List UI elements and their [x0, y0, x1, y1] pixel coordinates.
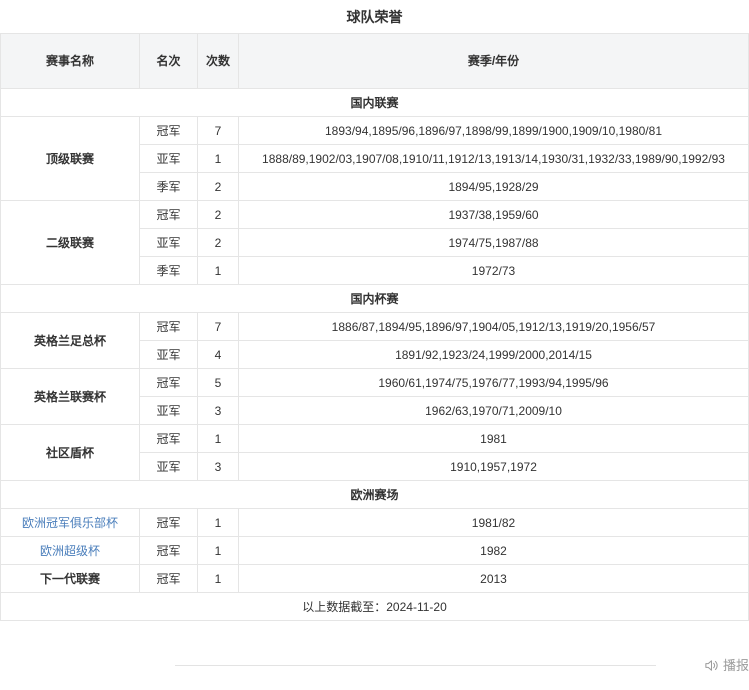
count-cell: 2	[197, 200, 239, 229]
seasons-cell: 1981/82	[238, 508, 749, 537]
rank-cell: 亚军	[139, 144, 198, 173]
count-cell: 7	[197, 116, 239, 145]
table-row: 下一代联赛 冠军 1 2013	[0, 564, 749, 593]
seasons-cell: 1894/95,1928/29	[238, 172, 749, 201]
seasons-cell: 1893/94,1895/96,1896/97,1898/99,1899/190…	[238, 116, 749, 145]
count-cell: 2	[197, 228, 239, 257]
seasons-cell: 1962/63,1970/71,2009/10	[238, 396, 749, 425]
count-cell: 1	[197, 564, 239, 593]
seasons-cell: 1972/73	[238, 256, 749, 285]
page-title: 球队荣誉	[346, 9, 403, 25]
table-row: 社区盾杯 冠军 1 1981	[0, 424, 749, 481]
rank-cell: 季军	[139, 172, 198, 201]
count-cell: 3	[197, 396, 239, 425]
seasons-cell: 1910,1957,1972	[238, 452, 749, 481]
seasons-cell: 1982	[238, 536, 749, 565]
count-cell: 5	[197, 368, 239, 397]
rank-cell: 冠军	[139, 312, 198, 341]
rank-cell: 亚军	[139, 396, 198, 425]
column-header-rank: 名次	[139, 33, 198, 89]
competition-name: 欧洲冠军俱乐部杯	[0, 508, 140, 537]
competition-link[interactable]: 欧洲冠军俱乐部杯	[22, 516, 118, 530]
rank-cell: 亚军	[139, 452, 198, 481]
competition-name: 欧洲超级杯	[0, 536, 140, 565]
rank-cell: 冠军	[139, 564, 198, 593]
section-header-domestic-cups: 国内杯赛	[0, 284, 749, 313]
count-cell: 1	[197, 536, 239, 565]
column-header-competition: 赛事名称	[0, 33, 140, 89]
rank-cell: 冠军	[139, 200, 198, 229]
section-header-domestic-league: 国内联赛	[0, 88, 749, 117]
table-row: 欧洲超级杯 冠军 1 1982	[0, 536, 749, 565]
rank-cell: 冠军	[139, 536, 198, 565]
rank-cell: 冠军	[139, 116, 198, 145]
rank-cell: 冠军	[139, 368, 198, 397]
section-row: 国内杯赛	[0, 284, 749, 313]
footnote-row: 以上数据截至：2024-11-20	[0, 592, 749, 621]
table-row: 英格兰联赛杯 冠军 5 1960/61,1974/75,1976/77,1993…	[0, 368, 749, 425]
table-row: 二级联赛 冠军 2 1937/38,1959/60	[0, 200, 749, 285]
table-header-row: 赛事名称 名次 次数 赛季/年份	[0, 33, 749, 89]
count-cell: 3	[197, 452, 239, 481]
table-row: 欧洲冠军俱乐部杯 冠军 1 1981/82	[0, 508, 749, 537]
seasons-cell: 1888/89,1902/03,1907/08,1910/11,1912/13,…	[238, 144, 749, 173]
rank-cell: 冠军	[139, 424, 198, 453]
seasons-cell: 1886/87,1894/95,1896/97,1904/05,1912/13,…	[238, 312, 749, 341]
data-cutoff-note: 以上数据截至：2024-11-20	[0, 592, 749, 621]
competition-name: 二级联赛	[0, 200, 140, 285]
seasons-cell: 1960/61,1974/75,1976/77,1993/94,1995/96	[238, 368, 749, 397]
seasons-cell: 2013	[238, 564, 749, 593]
rank-cell: 亚军	[139, 340, 198, 369]
rank-cell: 亚军	[139, 228, 198, 257]
competition-link[interactable]: 欧洲超级杯	[40, 544, 100, 558]
rank-cell: 冠军	[139, 508, 198, 537]
broadcast-button[interactable]: 播报	[704, 658, 749, 673]
competition-name: 社区盾杯	[0, 424, 140, 481]
count-cell: 2	[197, 172, 239, 201]
speaker-icon	[704, 658, 719, 673]
seasons-cell: 1974/75,1987/88	[238, 228, 749, 257]
section-row: 国内联赛	[0, 88, 749, 117]
seasons-cell: 1937/38,1959/60	[238, 200, 749, 229]
competition-name: 英格兰足总杯	[0, 312, 140, 369]
section-divider	[175, 665, 656, 666]
count-cell: 1	[197, 508, 239, 537]
section-header-european: 欧洲赛场	[0, 480, 749, 509]
column-header-season: 赛季/年份	[238, 33, 749, 89]
seasons-cell: 1981	[238, 424, 749, 453]
broadcast-label: 播报	[722, 658, 749, 673]
count-cell: 7	[197, 312, 239, 341]
column-header-count: 次数	[197, 33, 239, 89]
competition-name: 顶级联赛	[0, 116, 140, 201]
count-cell: 1	[197, 424, 239, 453]
count-cell: 1	[197, 144, 239, 173]
table-row: 顶级联赛 冠军 7 1893/94,1895/96,1896/97,1898/9…	[0, 116, 749, 201]
next-section-bar: 播报	[175, 658, 749, 673]
rank-cell: 季军	[139, 256, 198, 285]
competition-name: 英格兰联赛杯	[0, 368, 140, 425]
team-honors-table: 赛事名称 名次 次数 赛季/年份 国内联赛 顶级联赛 冠军 7 1893/94,…	[0, 33, 749, 621]
count-cell: 4	[197, 340, 239, 369]
count-cell: 1	[197, 256, 239, 285]
competition-name: 下一代联赛	[0, 564, 140, 593]
table-row: 英格兰足总杯 冠军 7 1886/87,1894/95,1896/97,1904…	[0, 312, 749, 369]
section-row: 欧洲赛场	[0, 480, 749, 509]
seasons-cell: 1891/92,1923/24,1999/2000,2014/15	[238, 340, 749, 369]
